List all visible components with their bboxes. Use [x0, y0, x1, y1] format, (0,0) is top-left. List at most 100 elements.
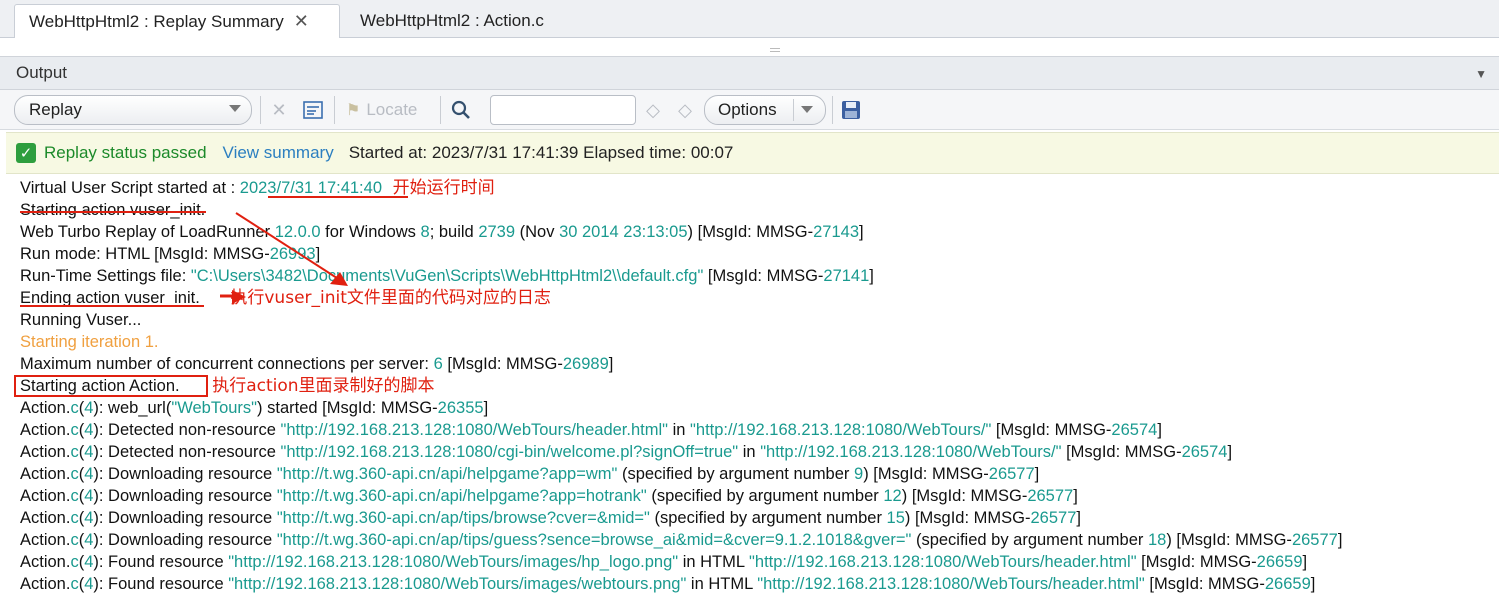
- highlight-box-starting-action: [14, 375, 208, 397]
- log-url: "http://192.168.213.128:1080/WebTours/he…: [757, 575, 1145, 593]
- find-next-icon[interactable]: ◇: [674, 99, 696, 121]
- log-link[interactable]: c: [70, 575, 78, 593]
- log-text: ]: [1337, 531, 1343, 549]
- log-line: Run mode: HTML [MsgId: MMSG-26993]: [20, 243, 1495, 265]
- log-link[interactable]: c: [70, 487, 78, 505]
- log-line: Action.c(4): Downloading resource "http:…: [20, 529, 1495, 551]
- log-value: 18: [1147, 531, 1167, 549]
- log-text: Run-Time Settings file:: [20, 267, 191, 285]
- annotation-action: 执行action里面录制好的脚本: [212, 376, 435, 396]
- details-icon[interactable]: [302, 99, 324, 121]
- log-text: Maximum number of concurrent connections…: [20, 355, 434, 373]
- log-text: Web Turbo Replay of LoadRunner: [20, 223, 275, 241]
- view-summary-link[interactable]: View summary: [223, 143, 334, 163]
- log-text: ): Downloading resource: [93, 531, 277, 549]
- log-line: Action.c(4): Found resource "http://192.…: [20, 573, 1495, 594]
- log-text: ): Found resource: [93, 575, 229, 593]
- log-msgid: 26574: [1111, 421, 1158, 439]
- log-text: ) [MsgId: MMSG-: [904, 509, 1031, 527]
- output-pane-header: Output ▼: [0, 56, 1499, 90]
- log-line: Run-Time Settings file: "C:\Users\3482\D…: [20, 265, 1495, 287]
- log-text: for Windows: [320, 223, 421, 241]
- search-input[interactable]: [490, 95, 636, 125]
- log-line-number[interactable]: 4: [84, 509, 93, 527]
- log-line-number[interactable]: 4: [84, 575, 93, 593]
- log-text: ) [MsgId: MMSG-: [1166, 531, 1292, 549]
- search-icon[interactable]: [450, 99, 472, 121]
- log-value: 8: [420, 223, 430, 241]
- tab-replay-summary[interactable]: WebHttpHtml2 : Replay Summary ✕: [14, 4, 340, 38]
- log-value: 12: [883, 487, 902, 505]
- log-text: in HTML: [686, 575, 758, 593]
- log-line: Action.c(4): Downloading resource "http:…: [20, 463, 1495, 485]
- log-value: 6: [433, 355, 443, 373]
- log-line-number[interactable]: 4: [84, 421, 93, 439]
- output-title: Output: [16, 63, 68, 82]
- log-line: Starting action vuser_init.: [20, 199, 1495, 221]
- log-line-number[interactable]: 4: [84, 531, 93, 549]
- tab-action-c[interactable]: WebHttpHtml2 : Action.c: [346, 4, 576, 38]
- log-text: Action.: [20, 531, 71, 549]
- save-icon[interactable]: [840, 99, 862, 121]
- log-line: Ending action vuser_init. 执行vuser_init文件…: [20, 287, 1495, 309]
- log-link[interactable]: c: [70, 399, 78, 417]
- log-line: Starting action Action. 执行action里面录制好的脚本: [20, 375, 1495, 397]
- log-url: "http://t.wg.360-api.cn/api/helpgame?app…: [276, 487, 647, 505]
- log-msgid: 26577: [1027, 487, 1074, 505]
- log-text: Run mode: HTML [MsgId: MMSG-: [20, 245, 270, 263]
- chevron-down-icon[interactable]: ▼: [1475, 67, 1487, 81]
- log-iteration: Starting iteration 1.: [20, 333, 159, 351]
- flag-icon: ⚑: [346, 102, 361, 119]
- log-text: ): Downloading resource: [93, 487, 277, 505]
- log-link[interactable]: c: [70, 421, 78, 439]
- log-link[interactable]: c: [70, 509, 78, 527]
- log-line: Web Turbo Replay of LoadRunner 12.0.0 fo…: [20, 221, 1495, 243]
- log-line-number[interactable]: 4: [84, 465, 93, 483]
- options-button[interactable]: Options: [704, 95, 826, 125]
- log-line-number[interactable]: 4: [84, 443, 93, 461]
- replay-log: Virtual User Script started at : 2023/7/…: [20, 177, 1495, 594]
- log-link[interactable]: c: [70, 553, 78, 571]
- log-msgid: 26577: [1030, 509, 1077, 527]
- log-line-number[interactable]: 4: [84, 399, 93, 417]
- log-text: ): Found resource: [93, 553, 229, 571]
- log-text: (specified by argument number: [617, 465, 854, 483]
- log-text: in HTML: [678, 553, 750, 571]
- splitter-handle[interactable]: [770, 48, 780, 52]
- annotation-start-time: 开始运行时间: [392, 178, 495, 198]
- log-text: ]: [483, 399, 489, 417]
- log-text: Action.: [20, 553, 71, 571]
- log-text: [MsgId: MMSG-: [1144, 575, 1265, 593]
- log-url: "http://t.wg.360-api.cn/ap/tips/browse?c…: [276, 509, 650, 527]
- replay-status-bar: ✓ Replay status passed View summary Star…: [6, 132, 1499, 174]
- log-line-number[interactable]: 4: [84, 487, 93, 505]
- log-link[interactable]: c: [70, 443, 78, 461]
- log-line: Action.c(4): Detected non-resource "http…: [20, 441, 1495, 463]
- log-text: Action.: [20, 575, 71, 593]
- log-url: "http://192.168.213.128:1080/cgi-bin/wel…: [280, 443, 739, 461]
- log-text: Starting action vuser_init.: [20, 201, 206, 219]
- find-previous-icon[interactable]: ◇: [642, 99, 664, 121]
- log-link[interactable]: c: [70, 531, 78, 549]
- log-text: Action.: [20, 465, 71, 483]
- output-toolbar: Replay ✕ ⚑ Locate ◇ ◇ Options: [0, 90, 1499, 130]
- log-text: ): Detected non-resource: [93, 443, 281, 461]
- toolbar-divider: [334, 96, 335, 124]
- close-icon[interactable]: ✕: [294, 11, 309, 32]
- log-msgid: 27141: [823, 267, 870, 285]
- check-icon: ✓: [16, 143, 36, 163]
- editor-tab-bar: WebHttpHtml2 : Replay Summary ✕ WebHttpH…: [0, 0, 1499, 38]
- clear-icon[interactable]: ✕: [268, 99, 290, 121]
- replay-timing-text: Started at: 2023/7/31 17:41:39 Elapsed t…: [348, 143, 734, 162]
- log-line-number[interactable]: 4: [84, 553, 93, 571]
- output-source-select[interactable]: Replay: [14, 95, 252, 125]
- log-text: Action.: [20, 443, 71, 461]
- locate-button[interactable]: ⚑ Locate: [346, 98, 417, 122]
- chevron-down-icon[interactable]: [801, 106, 813, 113]
- log-text: (specified by argument number: [646, 487, 884, 505]
- log-msgid: 26659: [1264, 575, 1311, 593]
- log-text: ): Downloading resource: [93, 509, 277, 527]
- log-link[interactable]: c: [70, 465, 78, 483]
- log-url: "http://192.168.213.128:1080/WebTours/": [760, 443, 1062, 461]
- log-text: Action.: [20, 509, 71, 527]
